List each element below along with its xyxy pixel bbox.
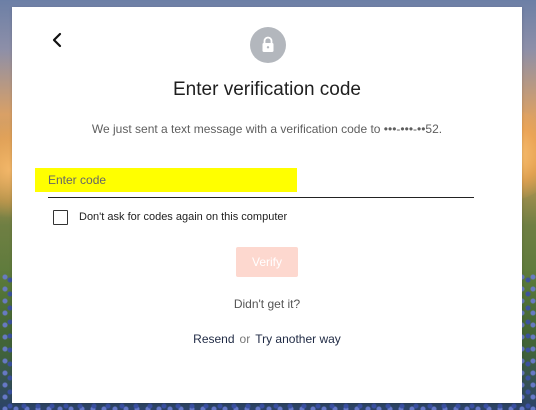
remember-checkbox-label[interactable]: Don't ask for codes again on this comput…: [79, 211, 287, 223]
back-button[interactable]: [50, 31, 66, 49]
or-text: or: [239, 332, 251, 346]
sent-message-text: We just sent a text message with a verif…: [91, 122, 443, 136]
verify-button[interactable]: Verify: [236, 247, 298, 277]
lock-badge: [250, 27, 286, 63]
remember-checkbox[interactable]: [53, 209, 68, 225]
verification-dialog: Enter verification code We just sent a t…: [12, 7, 522, 403]
code-field: [35, 163, 474, 199]
chevron-left-icon: [52, 32, 62, 48]
lock-icon: [262, 36, 274, 52]
resend-link[interactable]: Resend: [193, 332, 234, 346]
page-title: Enter verification code: [173, 79, 361, 100]
remember-computer-option[interactable]: Don't ask for codes again on this comput…: [53, 209, 287, 225]
try-another-way-link[interactable]: Try another way: [255, 332, 341, 346]
didnt-get-it-text: Didn't get it?: [233, 297, 301, 311]
verification-code-input[interactable]: [48, 163, 474, 198]
resend-options: Resend or Try another way: [12, 332, 522, 346]
